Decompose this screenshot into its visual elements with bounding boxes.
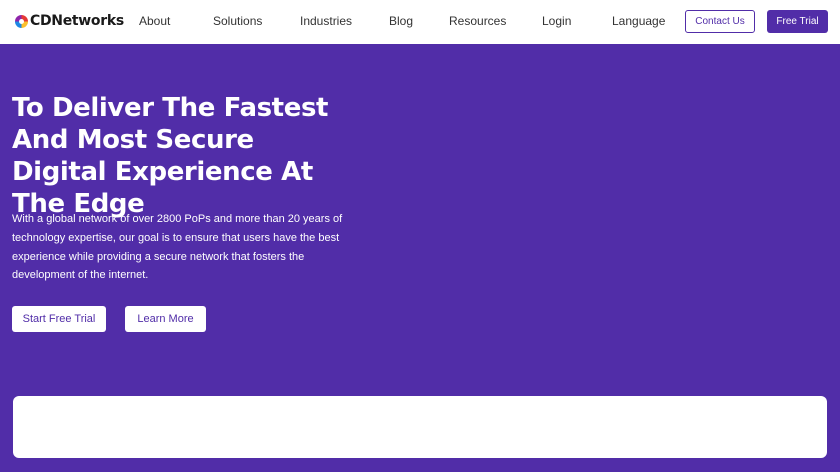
learn-more-button[interactable]: Learn More [125, 306, 206, 332]
nav-solutions[interactable]: Solutions [213, 14, 262, 28]
nav-blog[interactable]: Blog [389, 14, 413, 28]
cdnetworks-logo[interactable]: CDNetworks [15, 13, 124, 29]
start-free-trial-button[interactable]: Start Free Trial [12, 306, 106, 332]
content-card [13, 396, 827, 458]
hero-title: To Deliver The Fastest And Most Secure D… [12, 93, 329, 219]
nav-login[interactable]: Login [542, 14, 571, 28]
hero-description: With a global network of over 2800 PoPs … [12, 213, 343, 282]
free-trial-button[interactable]: Free Trial [767, 10, 828, 33]
brand-name: CDNetworks [30, 13, 124, 29]
logo-mark-icon [15, 14, 28, 28]
nav-language[interactable]: Language [612, 14, 665, 28]
nav-industries[interactable]: Industries [300, 14, 352, 28]
top-navbar: CDNetworks About Solutions Industries Bl… [0, 0, 840, 44]
contact-us-button[interactable]: Contact Us [685, 10, 755, 33]
nav-about[interactable]: About [139, 14, 170, 28]
nav-resources[interactable]: Resources [449, 14, 506, 28]
